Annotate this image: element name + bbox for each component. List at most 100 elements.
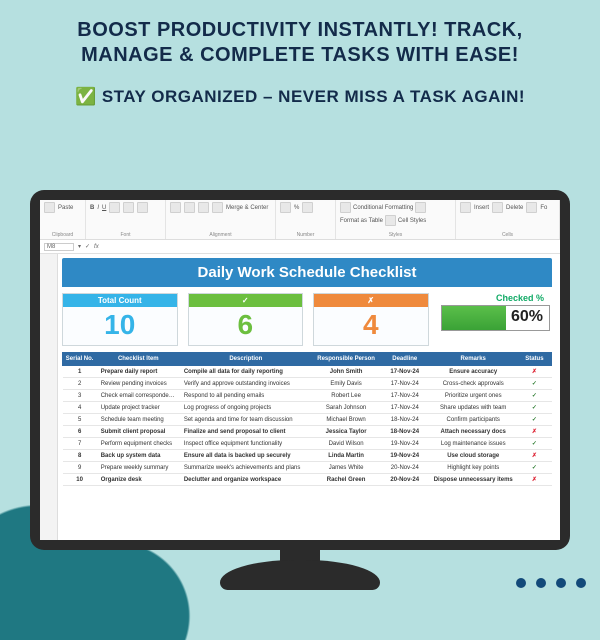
align-right-icon[interactable] bbox=[198, 202, 209, 213]
table-row[interactable]: 8Back up system dataEnsure all data is b… bbox=[63, 450, 552, 462]
cell-deadline[interactable]: 19-Nov-24 bbox=[380, 438, 429, 450]
format-table-label[interactable]: Format as Table bbox=[340, 218, 383, 224]
insert-icon[interactable] bbox=[460, 202, 471, 213]
cell-deadline[interactable]: 18-Nov-24 bbox=[380, 426, 429, 438]
merge-icon[interactable] bbox=[212, 202, 223, 213]
worksheet[interactable]: Daily Work Schedule Checklist Total Coun… bbox=[40, 254, 560, 540]
cell-status[interactable]: ✓ bbox=[517, 390, 551, 402]
cell-person[interactable]: Linda Martin bbox=[312, 450, 380, 462]
cell-serial[interactable]: 2 bbox=[63, 378, 97, 390]
cell-remarks[interactable]: Log maintenance issues bbox=[429, 438, 517, 450]
cell-remarks[interactable]: Dispose unnecessary items bbox=[429, 474, 517, 486]
cell-serial[interactable]: 8 bbox=[63, 450, 97, 462]
cell-status[interactable]: ✓ bbox=[517, 378, 551, 390]
table-row[interactable]: 7Perform equipment checksInspect office … bbox=[63, 438, 552, 450]
cell-serial[interactable]: 9 bbox=[63, 462, 97, 474]
cell-desc[interactable]: Log progress of ongoing projects bbox=[180, 402, 312, 414]
col-status[interactable]: Status bbox=[517, 353, 551, 366]
col-desc[interactable]: Description bbox=[180, 353, 312, 366]
cell-person[interactable]: Jessica Taylor bbox=[312, 426, 380, 438]
bold-button[interactable]: B bbox=[90, 205, 94, 211]
border-icon[interactable] bbox=[109, 202, 120, 213]
cell-desc[interactable]: Respond to all pending emails bbox=[180, 390, 312, 402]
cell-deadline[interactable]: 17-Nov-24 bbox=[380, 402, 429, 414]
cell-status[interactable]: ✗ bbox=[517, 450, 551, 462]
formula-bar[interactable]: M8 ▾ ✓ fx bbox=[40, 240, 560, 254]
delete-label[interactable]: Delete bbox=[506, 205, 523, 211]
cell-styles-label[interactable]: Cell Styles bbox=[398, 218, 426, 224]
fx-dropdown-icon[interactable]: ▾ bbox=[78, 243, 81, 250]
paste-icon[interactable] bbox=[44, 202, 55, 213]
delete-icon[interactable] bbox=[492, 202, 503, 213]
cell-item[interactable]: Submit client proposal bbox=[97, 426, 180, 438]
cell-remarks[interactable]: Prioritize urgent ones bbox=[429, 390, 517, 402]
col-person[interactable]: Responsible Person bbox=[312, 353, 380, 366]
table-row[interactable]: 2Review pending invoicesVerify and appro… bbox=[63, 378, 552, 390]
font-color-icon[interactable] bbox=[137, 202, 148, 213]
cell-status[interactable]: ✓ bbox=[517, 414, 551, 426]
cell-deadline[interactable]: 17-Nov-24 bbox=[380, 378, 429, 390]
cell-status[interactable]: ✗ bbox=[517, 474, 551, 486]
cell-serial[interactable]: 7 bbox=[63, 438, 97, 450]
cell-person[interactable]: Michael Brown bbox=[312, 414, 380, 426]
align-center-icon[interactable] bbox=[184, 202, 195, 213]
cell-remarks[interactable]: Ensure accuracy bbox=[429, 366, 517, 378]
cell-deadline[interactable]: 18-Nov-24 bbox=[380, 414, 429, 426]
cell-person[interactable]: James White bbox=[312, 462, 380, 474]
ribbon-group-font[interactable]: B I U Font bbox=[86, 200, 166, 239]
italic-button[interactable]: I bbox=[97, 205, 99, 211]
format-label[interactable]: Fo bbox=[540, 205, 547, 211]
table-row[interactable]: 10Organize deskDeclutter and organize wo… bbox=[63, 474, 552, 486]
col-deadline[interactable]: Deadline bbox=[380, 353, 429, 366]
checklist-table[interactable]: Serial No. Checklist Item Description Re… bbox=[62, 352, 552, 486]
align-left-icon[interactable] bbox=[170, 202, 181, 213]
cell-person[interactable]: Emily Davis bbox=[312, 378, 380, 390]
col-item[interactable]: Checklist Item bbox=[97, 353, 180, 366]
cell-person[interactable]: Rachel Green bbox=[312, 474, 380, 486]
cell-desc[interactable]: Inspect office equipment functionality bbox=[180, 438, 312, 450]
cell-desc[interactable]: Finalize and send proposal to client bbox=[180, 426, 312, 438]
cell-item[interactable]: Check email correspondence bbox=[97, 390, 180, 402]
ribbon-group-number[interactable]: % Number bbox=[276, 200, 336, 239]
cell-styles-icon[interactable] bbox=[385, 215, 396, 226]
cell-desc[interactable]: Ensure all data is backed up securely bbox=[180, 450, 312, 462]
cell-serial[interactable]: 1 bbox=[63, 366, 97, 378]
ribbon-group-clipboard[interactable]: Paste Clipboard bbox=[40, 200, 86, 239]
cell-status[interactable]: ✓ bbox=[517, 438, 551, 450]
table-row[interactable]: 3Check email correspondenceRespond to al… bbox=[63, 390, 552, 402]
ribbon-group-alignment[interactable]: Merge & Center Alignment bbox=[166, 200, 276, 239]
cell-deadline[interactable]: 17-Nov-24 bbox=[380, 366, 429, 378]
col-remarks[interactable]: Remarks bbox=[429, 353, 517, 366]
cell-item[interactable]: Perform equipment checks bbox=[97, 438, 180, 450]
cell-person[interactable]: Sarah Johnson bbox=[312, 402, 380, 414]
insert-label[interactable]: Insert bbox=[474, 205, 489, 211]
cell-desc[interactable]: Compile all data for daily reporting bbox=[180, 366, 312, 378]
cell-item[interactable]: Update project tracker bbox=[97, 402, 180, 414]
cell-desc[interactable]: Summarize week's achievements and plans bbox=[180, 462, 312, 474]
cell-remarks[interactable]: Use cloud storage bbox=[429, 450, 517, 462]
comma-icon[interactable] bbox=[302, 202, 313, 213]
cell-item[interactable]: Prepare weekly summary bbox=[97, 462, 180, 474]
cell-item[interactable]: Review pending invoices bbox=[97, 378, 180, 390]
cell-item[interactable]: Back up system data bbox=[97, 450, 180, 462]
cell-serial[interactable]: 5 bbox=[63, 414, 97, 426]
cell-desc[interactable]: Verify and approve outstanding invoices bbox=[180, 378, 312, 390]
cell-remarks[interactable]: Cross-check approvals bbox=[429, 378, 517, 390]
excel-ribbon[interactable]: Paste Clipboard B I U Font bbox=[40, 200, 560, 240]
cond-format-label[interactable]: Conditional Formatting bbox=[353, 205, 413, 211]
cell-status[interactable]: ✗ bbox=[517, 366, 551, 378]
cell-person[interactable]: John Smith bbox=[312, 366, 380, 378]
cell-deadline[interactable]: 20-Nov-24 bbox=[380, 462, 429, 474]
cell-remarks[interactable]: Share updates with team bbox=[429, 402, 517, 414]
cell-item[interactable]: Organize desk bbox=[97, 474, 180, 486]
format-icon[interactable] bbox=[526, 202, 537, 213]
fill-color-icon[interactable] bbox=[123, 202, 134, 213]
cell-status[interactable]: ✓ bbox=[517, 402, 551, 414]
ribbon-group-cells[interactable]: Insert Delete Fo Cells bbox=[456, 200, 560, 239]
cell-person[interactable]: Robert Lee bbox=[312, 390, 380, 402]
cell-deadline[interactable]: 17-Nov-24 bbox=[380, 390, 429, 402]
currency-icon[interactable] bbox=[280, 202, 291, 213]
underline-button[interactable]: U bbox=[102, 205, 106, 211]
merge-label[interactable]: Merge & Center bbox=[226, 205, 268, 211]
cell-remarks[interactable]: Confirm participants bbox=[429, 414, 517, 426]
